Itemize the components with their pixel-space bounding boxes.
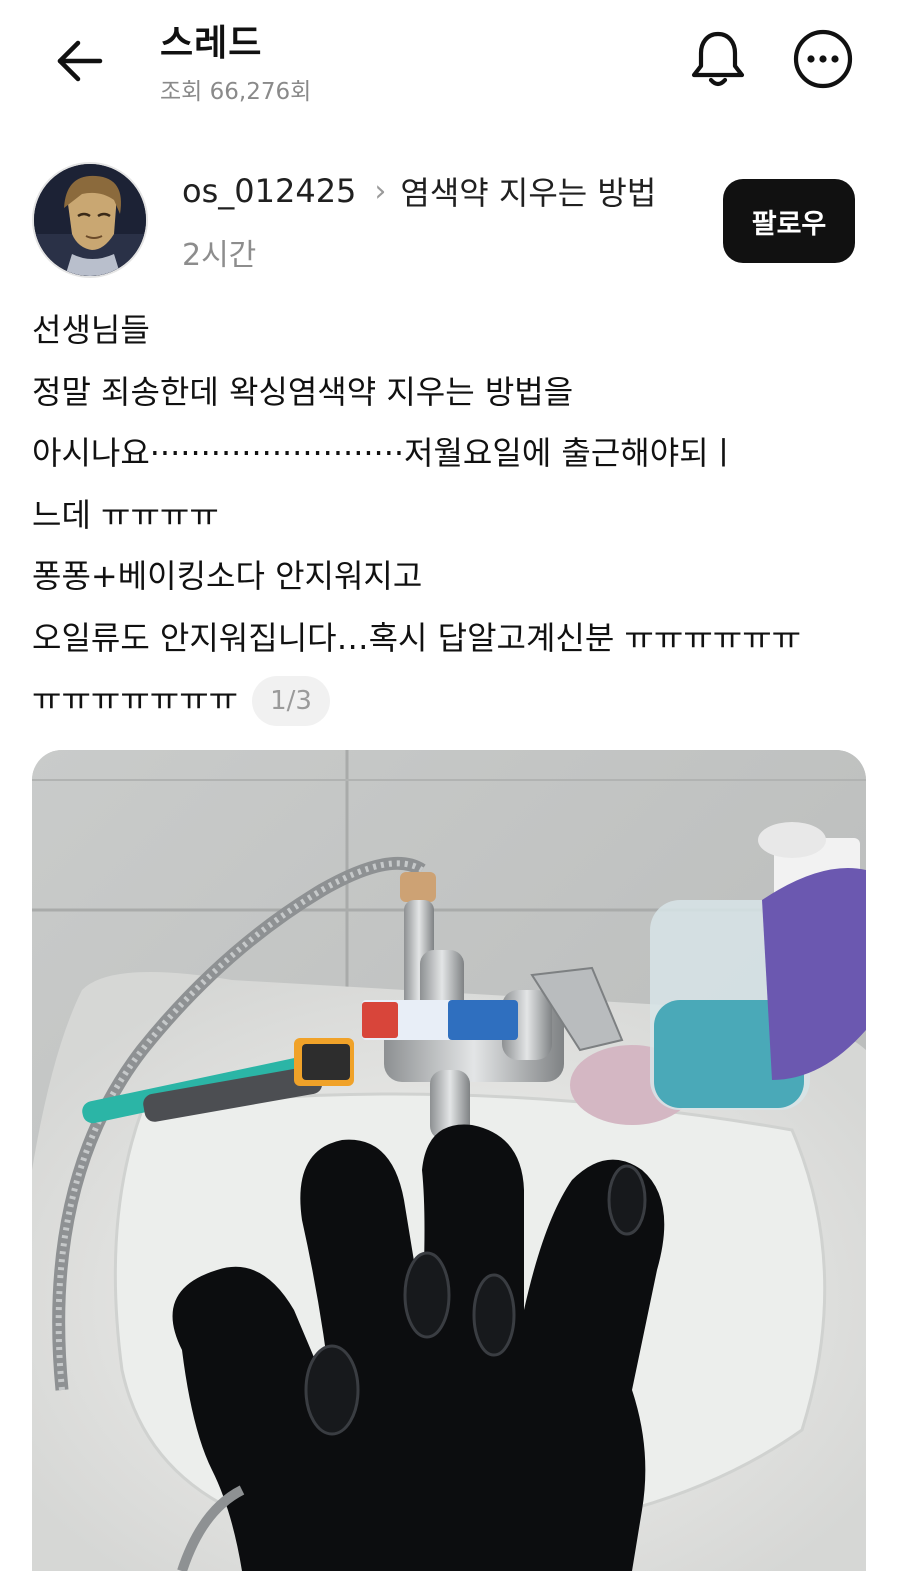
- more-options-button[interactable]: [792, 28, 854, 90]
- chevron-right-icon: ›: [374, 173, 387, 209]
- author-name[interactable]: os_012425: [182, 172, 356, 210]
- more-horizontal-icon: [793, 29, 853, 89]
- app-header: 스레드 조회 66,276회: [0, 0, 900, 130]
- post-text-line: 아시나요·························저월요일에 출근해야되…: [32, 434, 739, 472]
- back-button[interactable]: [52, 34, 106, 88]
- author-line: os_012425 › 염색약 지우는 방법: [182, 168, 656, 214]
- post-text-line: 느데 ㅠㅠㅠㅠ: [32, 495, 219, 534]
- post-photo[interactable]: [32, 750, 866, 1571]
- post-text-line: 퐁퐁+베이킹소다 안지워지고: [32, 557, 423, 595]
- arrow-left-icon: [57, 40, 103, 82]
- post-text-line: 선생님들: [32, 311, 150, 349]
- topic-tag[interactable]: 염색약 지우는 방법: [400, 168, 656, 214]
- post-text-line-content: ㅠㅠㅠㅠㅠㅠㅠ: [32, 680, 239, 718]
- author-row: os_012425 › 염색약 지우는 방법 2시간 팔로우: [0, 130, 900, 290]
- post-body: 선생님들 정말 죄송한데 왁싱염색약 지우는 방법을 아시나요·········…: [32, 300, 862, 731]
- page-indicator: 1/3: [252, 676, 330, 726]
- follow-button[interactable]: 팔로우: [723, 179, 855, 263]
- post-text-line: 오일류도 안지워집니다…혹시 답알고계신분 ㅠㅠㅠㅠㅠㅠ: [32, 618, 802, 657]
- avatar[interactable]: [32, 162, 148, 278]
- view-count: 조회 66,276회: [160, 79, 312, 105]
- notification-button[interactable]: [688, 28, 748, 90]
- post-text-line: ㅠㅠㅠㅠㅠㅠㅠ 1/3: [32, 669, 862, 731]
- post-time: 2시간: [182, 238, 257, 273]
- page-title: 스레드: [160, 23, 263, 64]
- post-text-line: 정말 죄송한데 왁싱염색약 지우는 방법을: [32, 372, 574, 411]
- bell-icon: [691, 31, 745, 87]
- sink-photo-image: [32, 750, 866, 1571]
- profile-picture-icon: [34, 164, 146, 276]
